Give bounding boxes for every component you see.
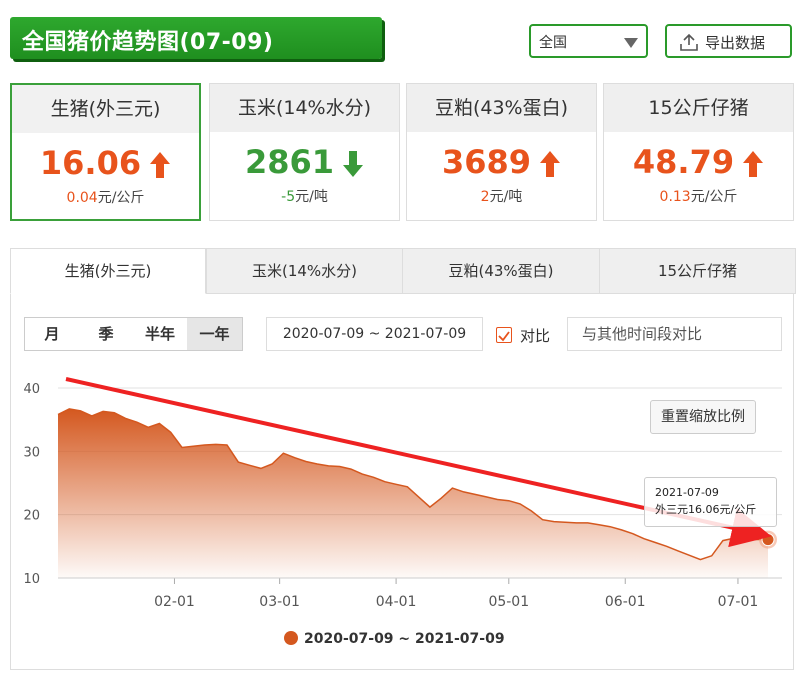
reset-zoom-button[interactable]: 重置缩放比例 xyxy=(650,400,756,434)
legend-series-name: 2020-07-09 ~ 2021-07-09 xyxy=(304,631,505,647)
price-area-chart[interactable]: 10 20 30 40 02-01 03-01 04-01 05-01 06-01 07-01 xyxy=(0,0,804,678)
tooltip-text: 外三元16.06元/公斤 xyxy=(655,503,757,516)
x-tick-label: 04-01 xyxy=(376,594,417,610)
x-tick-label: 07-01 xyxy=(718,594,759,610)
x-tick-label: 02-01 xyxy=(154,594,195,610)
x-tick-label: 03-01 xyxy=(259,594,300,610)
chart-legend[interactable]: 2020-07-09 ~ 2021-07-09 xyxy=(284,631,505,647)
legend-dot xyxy=(284,631,298,645)
last-point-marker[interactable] xyxy=(761,533,775,547)
chart-tooltip: 2021-07-09 外三元16.06元/公斤 xyxy=(644,477,777,527)
y-tick-label: 10 xyxy=(23,572,40,587)
x-tick-label: 06-01 xyxy=(605,594,646,610)
y-tick-label: 40 xyxy=(23,382,40,397)
y-tick-label: 30 xyxy=(23,445,40,460)
y-tick-label: 20 xyxy=(23,509,40,524)
x-tick-label: 05-01 xyxy=(488,594,529,610)
tooltip-date: 2021-07-09 xyxy=(655,486,719,499)
